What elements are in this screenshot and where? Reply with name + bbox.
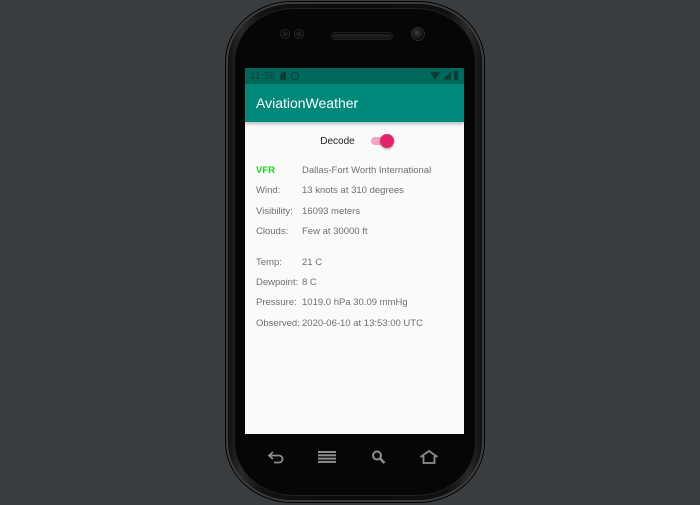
app-title: AviationWeather — [256, 95, 359, 111]
clouds-value: Few at 30000 ft — [302, 226, 368, 237]
flight-category-row: VFR Dallas-Fort Worth International — [256, 165, 431, 176]
back-icon[interactable] — [265, 448, 287, 466]
device-screen: 11:36 AviationWeather Decode VFR Dallas-… — [245, 68, 464, 434]
wind-row: Wind: 13 knots at 310 degrees — [256, 185, 404, 196]
status-bar: 11:36 — [245, 68, 464, 84]
temp-value: 21 C — [302, 257, 323, 268]
visibility-row: Visibility: 16093 meters — [256, 206, 360, 217]
dewpoint-row: Dewpoint: 8 C — [256, 277, 317, 288]
clouds-row: Clouds: Few at 30000 ft — [256, 226, 367, 237]
pressure-label: Pressure: — [256, 297, 297, 308]
observed-label: Observed: — [256, 318, 300, 329]
cell-signal-icon — [443, 71, 451, 80]
dewpoint-value: 8 C — [302, 277, 317, 288]
pressure-row: Pressure: 1019.0 hPa 30.09 mmHg — [256, 297, 408, 308]
wifi-icon — [430, 71, 440, 80]
status-time: 11:36 — [250, 70, 276, 82]
pressure-value: 1019.0 hPa 30.09 mmHg — [302, 297, 408, 308]
visibility-value: 16093 meters — [302, 206, 361, 217]
switch-thumb[interactable] — [379, 134, 394, 148]
sync-icon — [291, 72, 300, 80]
observed-row: Observed: 2020-06-10 at 13:53:00 UTC — [256, 318, 423, 329]
sim-icon — [280, 72, 287, 80]
wind-label: Wind: — [256, 185, 281, 196]
home-icon[interactable] — [418, 448, 440, 466]
proximity-sensor — [281, 30, 289, 38]
light-sensor — [295, 30, 303, 38]
dewpoint-label: Dewpoint: — [256, 277, 299, 288]
menu-icon[interactable] — [316, 448, 338, 466]
temp-label: Temp: — [256, 257, 282, 268]
visibility-label: Visibility: — [256, 206, 293, 217]
app-bar: AviationWeather — [245, 84, 464, 122]
temp-row: Temp: 21 C — [256, 257, 322, 268]
battery-icon — [454, 71, 458, 80]
search-icon[interactable] — [368, 448, 390, 466]
decode-row: Decode — [245, 134, 464, 148]
earpiece-speaker — [332, 33, 392, 39]
station-name: Dallas-Fort Worth International — [302, 165, 432, 176]
wind-value: 13 knots at 310 degrees — [302, 185, 404, 196]
front-camera — [412, 28, 424, 40]
decode-label: Decode — [320, 135, 355, 147]
clouds-label: Clouds: — [256, 226, 289, 237]
observed-value: 2020-06-10 at 13:53:00 UTC — [302, 318, 423, 329]
flight-category-label: VFR — [256, 165, 275, 176]
decode-switch[interactable] — [369, 134, 395, 148]
